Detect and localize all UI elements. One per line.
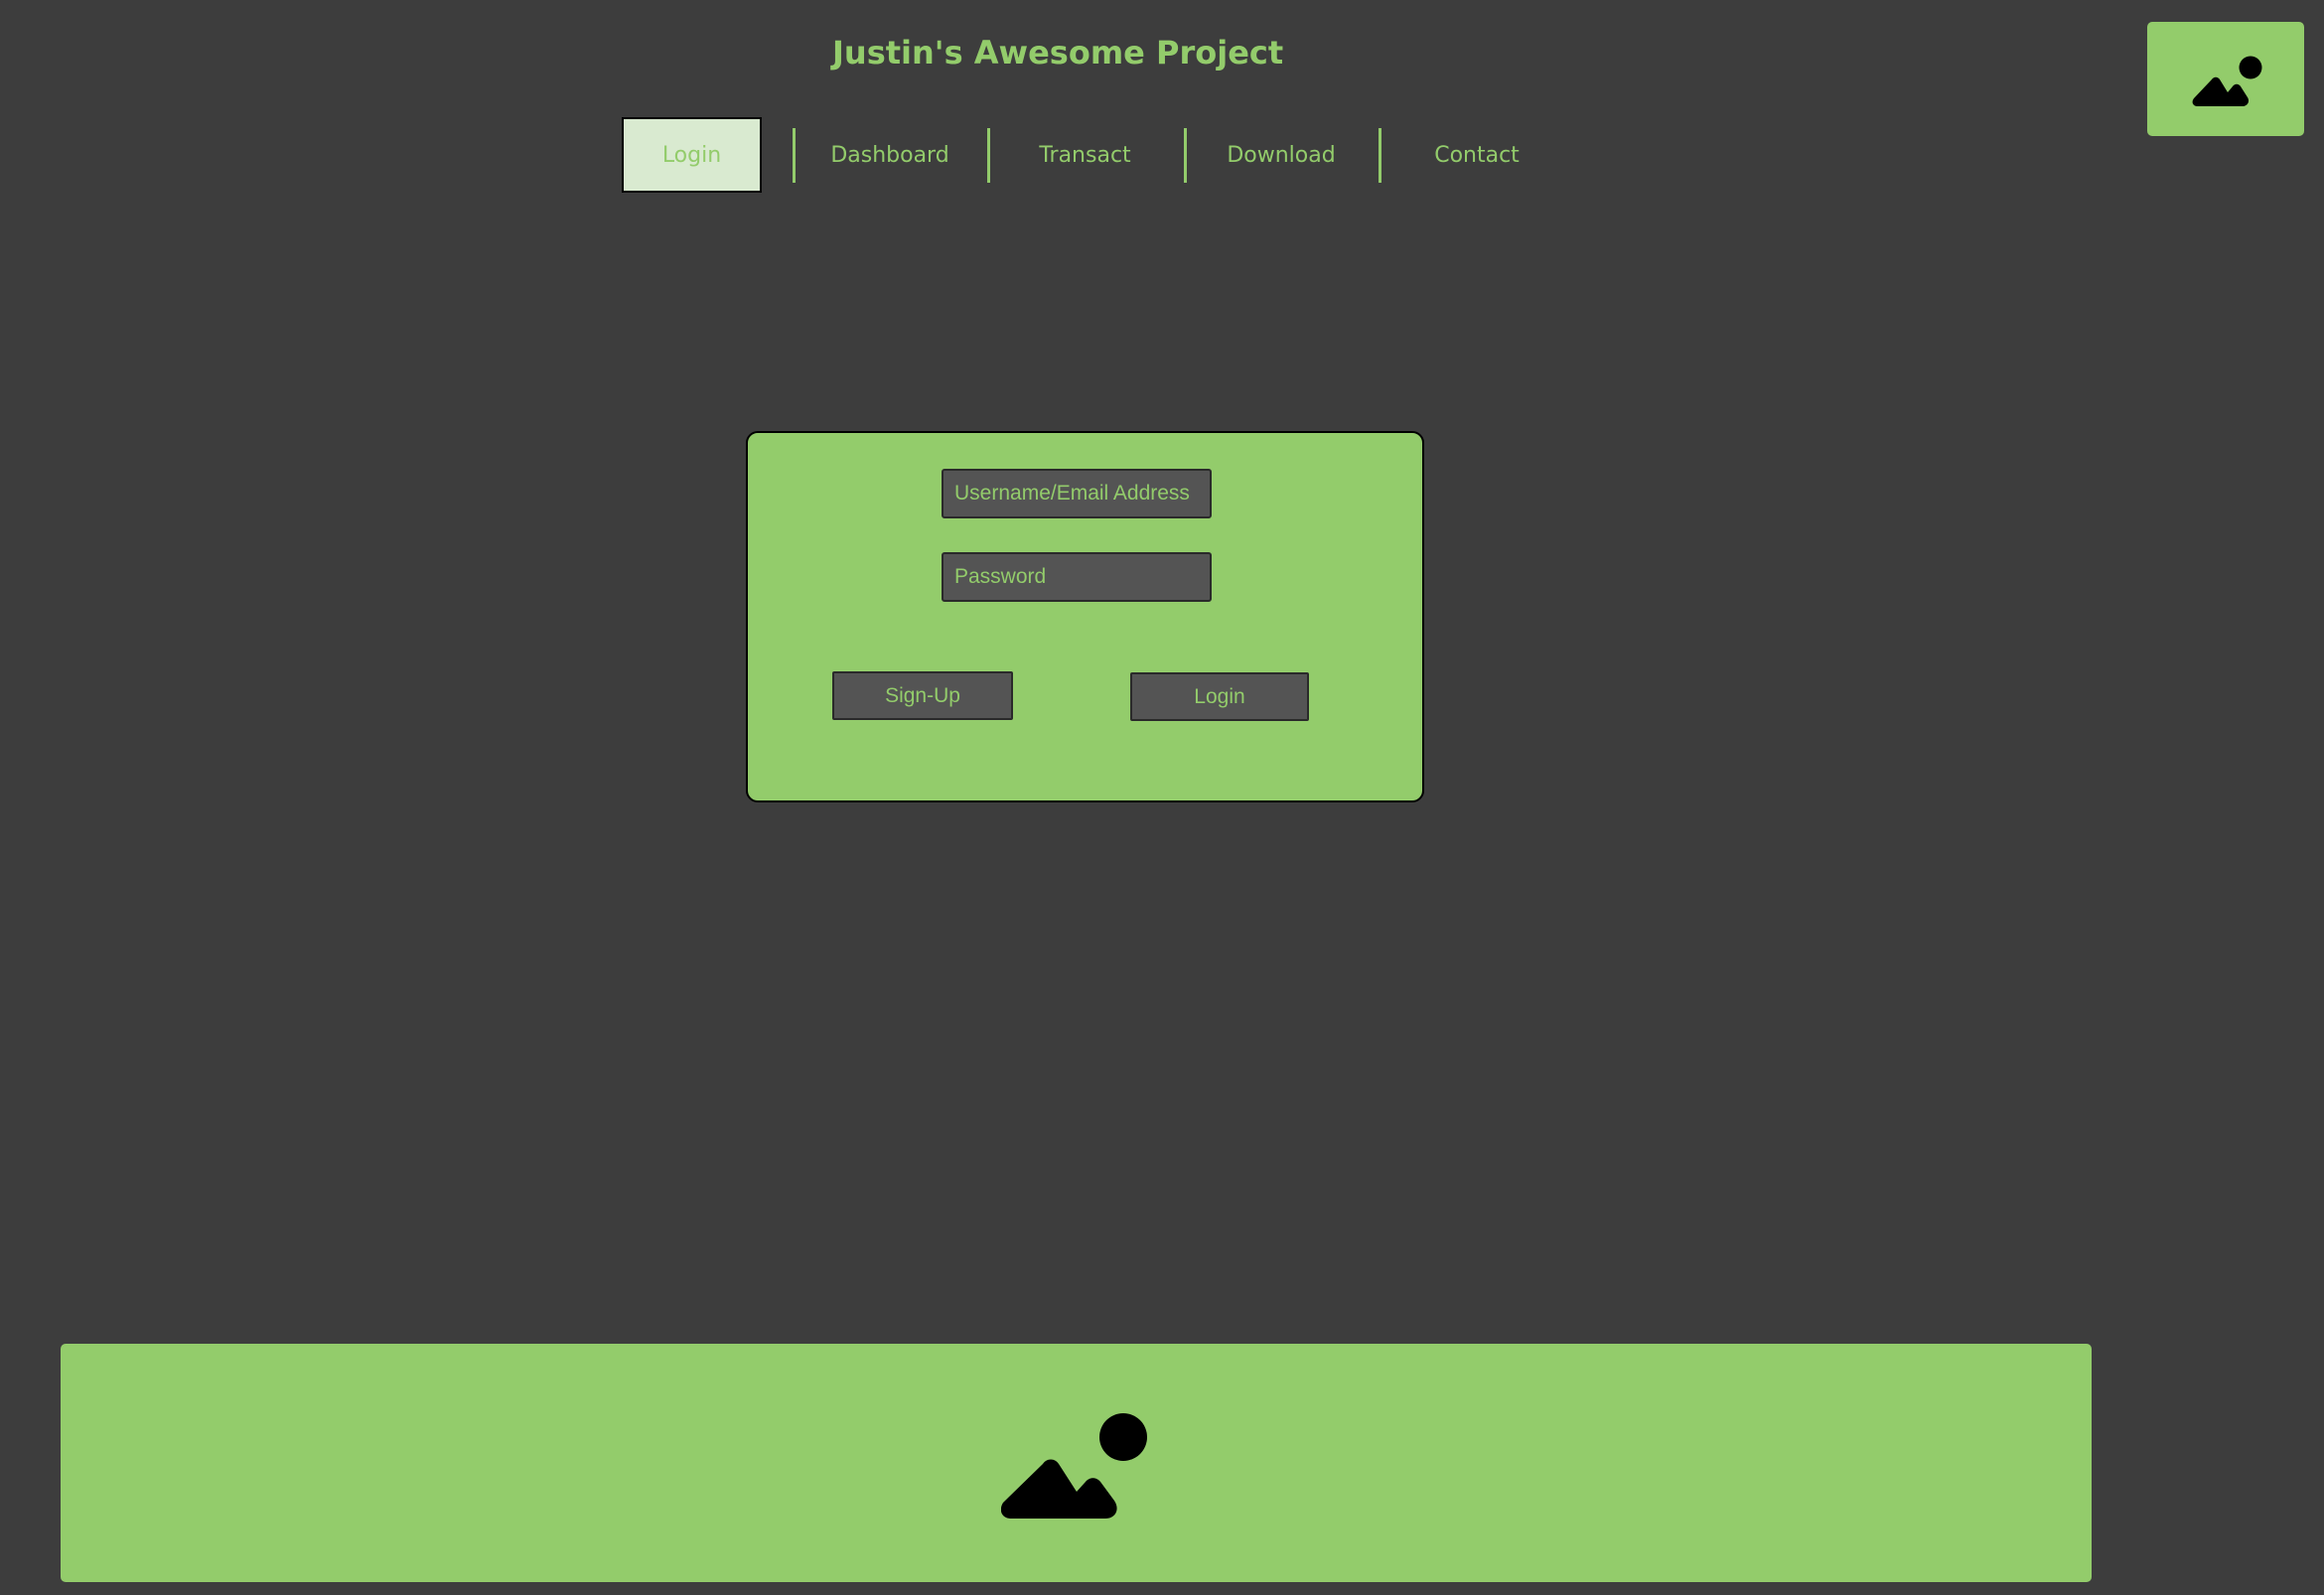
nav-item-transact[interactable]: Transact bbox=[1023, 117, 1147, 193]
image-placeholder-icon bbox=[2192, 56, 2262, 106]
nav-divider bbox=[793, 128, 796, 183]
page-title: Justin's Awesome Project bbox=[832, 34, 1284, 72]
login-card: Sign-Up Login bbox=[746, 431, 1424, 802]
nav-item-dashboard[interactable]: Dashboard bbox=[824, 117, 955, 193]
password-input[interactable] bbox=[942, 552, 1212, 602]
sign-up-button[interactable]: Sign-Up bbox=[832, 671, 1013, 720]
logo-image-placeholder bbox=[2147, 22, 2304, 136]
login-button[interactable]: Login bbox=[1130, 672, 1309, 721]
nav-item-download[interactable]: Download bbox=[1217, 117, 1346, 193]
nav-divider bbox=[1379, 128, 1381, 183]
footer-banner-image-placeholder bbox=[61, 1344, 2092, 1582]
username-input[interactable] bbox=[942, 469, 1212, 518]
image-placeholder-icon bbox=[1001, 1413, 1147, 1519]
nav-item-contact[interactable]: Contact bbox=[1420, 117, 1533, 193]
nav-divider bbox=[1184, 128, 1187, 183]
nav-divider bbox=[987, 128, 990, 183]
nav-item-login[interactable]: Login bbox=[622, 117, 762, 193]
